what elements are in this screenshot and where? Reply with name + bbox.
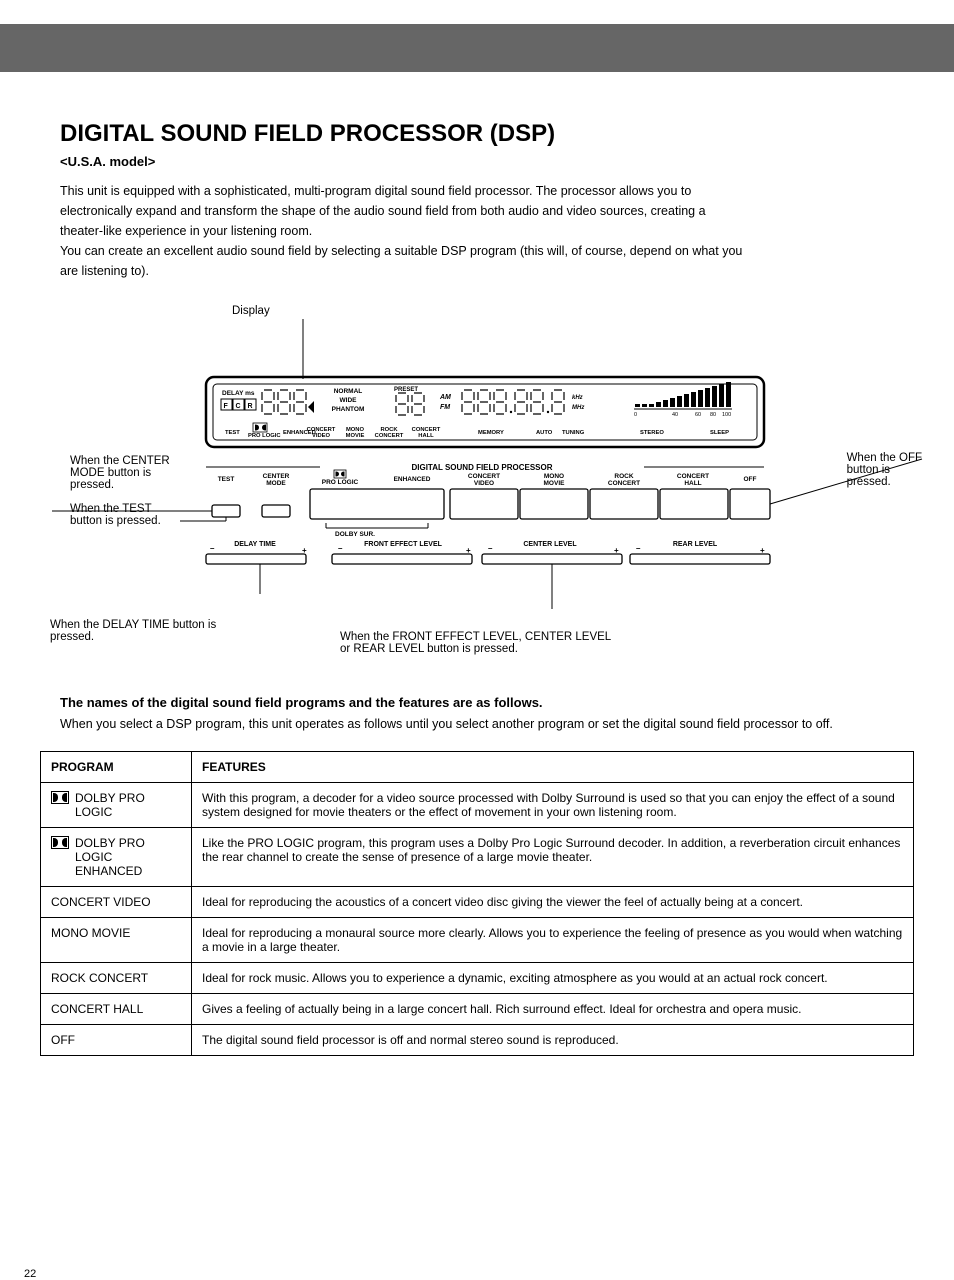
svg-text:80: 80 — [710, 412, 716, 418]
svg-text:WIDE: WIDE — [340, 397, 358, 404]
prog-name: ROCK CONCERT — [41, 963, 192, 994]
svg-text:CENTER: CENTER — [263, 473, 290, 480]
prog-name: OFF — [41, 1025, 192, 1056]
svg-text:ROCK: ROCK — [614, 473, 633, 480]
svg-text:F: F — [224, 403, 229, 410]
svg-text:DOLBY SUR.: DOLBY SUR. — [335, 531, 375, 538]
svg-text:REAR LEVEL: REAR LEVEL — [673, 541, 718, 548]
svg-text:NORMAL: NORMAL — [334, 388, 363, 395]
svg-text:kHz: kHz — [572, 395, 583, 401]
svg-text:TUNING: TUNING — [562, 430, 585, 436]
table-row: MONO MOVIEIdeal for reproducing a monaur… — [41, 918, 914, 963]
device-panel: DELAY ms F C R NORMAL WIDE PHANTOM PRESE… — [0, 319, 954, 609]
svg-text:0: 0 — [634, 412, 637, 418]
svg-text:VIDEO: VIDEO — [474, 480, 494, 487]
svg-text:PRO LOGIC: PRO LOGIC — [322, 479, 359, 486]
svg-text:C: C — [236, 403, 241, 410]
prog-name: DOLBY PRO LOGIC — [75, 791, 181, 819]
svg-text:MOVIE: MOVIE — [544, 480, 566, 487]
intro-line: This unit is equipped with a sophisticat… — [60, 183, 894, 200]
lcd-delay-ms: DELAY ms — [222, 390, 255, 397]
svg-text:MODE: MODE — [266, 480, 286, 487]
dolby-icon — [51, 836, 69, 849]
svg-text:FM: FM — [440, 404, 450, 411]
table-row: OFFThe digital sound field processor is … — [41, 1025, 914, 1056]
intro-paragraph: This unit is equipped with a sophisticat… — [60, 183, 894, 279]
svg-text:FRONT EFFECT LEVEL: FRONT EFFECT LEVEL — [364, 541, 443, 548]
svg-text:100: 100 — [722, 412, 731, 418]
svg-text:–: – — [338, 544, 343, 553]
svg-text:TEST: TEST — [218, 476, 235, 483]
prog-desc: Ideal for reproducing a monaural source … — [192, 918, 914, 963]
svg-text:PRESET: PRESET — [394, 387, 418, 393]
svg-text:TEST: TEST — [225, 430, 240, 436]
table-row: CONCERT VIDEOIdeal for reproducing the a… — [41, 887, 914, 918]
svg-text:CONCERT: CONCERT — [468, 473, 500, 480]
svg-text:MONO: MONO — [544, 473, 564, 480]
callout-test: When the TEST button is pressed. — [70, 503, 161, 527]
svg-text:PHANTOM: PHANTOM — [332, 406, 365, 413]
svg-text:CENTER LEVEL: CENTER LEVEL — [523, 541, 577, 548]
svg-text:CONCERT: CONCERT — [375, 433, 404, 439]
svg-text:AM: AM — [439, 394, 451, 401]
svg-text:60: 60 — [695, 412, 701, 418]
intro-line: electronically expand and transform the … — [60, 203, 894, 220]
display-label: Display — [232, 305, 954, 317]
table-row: DOLBY PRO LOGIC ENHANCED Like the PRO LO… — [41, 828, 914, 887]
svg-text:–: – — [210, 544, 215, 553]
svg-text:VIDEO: VIDEO — [312, 433, 331, 439]
svg-text:R: R — [248, 403, 253, 410]
table-row: ROCK CONCERTIdeal for rock music. Allows… — [41, 963, 914, 994]
prog-desc: Gives a feeling of actually being in a l… — [192, 994, 914, 1025]
programs-table: PROGRAM FEATURES DOLBY PRO LOGIC With th… — [40, 751, 914, 1056]
prog-desc: Like the PRO LOGIC program, this program… — [192, 828, 914, 887]
prog-desc: The digital sound field processor is off… — [192, 1025, 914, 1056]
callout-delay: When the DELAY TIME button is pressed. — [50, 619, 370, 643]
svg-text:–: – — [636, 544, 641, 553]
prog-name: CONCERT HALL — [41, 994, 192, 1025]
svg-text:DIGITAL SOUND FIELD PROCESSOR: DIGITAL SOUND FIELD PROCESSOR — [411, 463, 552, 472]
intro-line: are listening to). — [60, 263, 894, 280]
svg-text:CONCERT: CONCERT — [608, 480, 640, 487]
intro-line: theater-like experience in your listenin… — [60, 223, 894, 240]
svg-text:40: 40 — [672, 412, 678, 418]
svg-text:AUTO: AUTO — [536, 430, 553, 436]
model-subtitle: <U.S.A. model> — [60, 154, 954, 169]
svg-text:HALL: HALL — [684, 480, 701, 487]
svg-text:PRO LOGIC: PRO LOGIC — [248, 433, 281, 439]
prog-name: DOLBY PRO LOGIC ENHANCED — [75, 836, 181, 878]
table-row: DOLBY PRO LOGIC With this program, a dec… — [41, 783, 914, 828]
svg-text:DELAY TIME: DELAY TIME — [234, 541, 276, 548]
svg-text:ENHANCED: ENHANCED — [394, 476, 431, 483]
svg-text:SLEEP: SLEEP — [710, 430, 729, 436]
callout-center-mode: When the CENTER MODE button is pressed. — [70, 455, 170, 491]
prog-desc: Ideal for reproducing the acoustics of a… — [192, 887, 914, 918]
dolby-icon — [51, 791, 69, 804]
svg-text:HALL: HALL — [418, 433, 434, 439]
programs-intro: When you select a DSP program, this unit… — [60, 716, 894, 733]
page-number: 22 — [24, 1268, 36, 1280]
svg-text:STEREO: STEREO — [640, 430, 664, 436]
svg-text:MOVIE: MOVIE — [346, 433, 365, 439]
col-features: FEATURES — [192, 752, 914, 783]
svg-text:MEMORY: MEMORY — [478, 430, 504, 436]
prog-name: MONO MOVIE — [41, 918, 192, 963]
table-row: CONCERT HALLGives a feeling of actually … — [41, 994, 914, 1025]
prog-desc: Ideal for rock music. Allows you to expe… — [192, 963, 914, 994]
col-program: PROGRAM — [41, 752, 192, 783]
svg-text:CONCERT: CONCERT — [677, 473, 709, 480]
page-title: DIGITAL SOUND FIELD PROCESSOR (DSP) — [60, 120, 954, 148]
callout-levels: When the FRONT EFFECT LEVEL, CENTER LEVE… — [340, 631, 860, 655]
prog-desc: With this program, a decoder for a video… — [192, 783, 914, 828]
svg-text:OFF: OFF — [744, 476, 757, 483]
intro-line: You can create an excellent audio sound … — [60, 243, 894, 260]
svg-text:–: – — [488, 544, 493, 553]
programs-heading: The names of the digital sound field pro… — [60, 695, 954, 710]
header-bar — [0, 24, 954, 72]
prog-name: CONCERT VIDEO — [41, 887, 192, 918]
callout-off: When the OFF button is pressed. — [847, 452, 922, 488]
svg-text:MHz: MHz — [572, 405, 584, 411]
